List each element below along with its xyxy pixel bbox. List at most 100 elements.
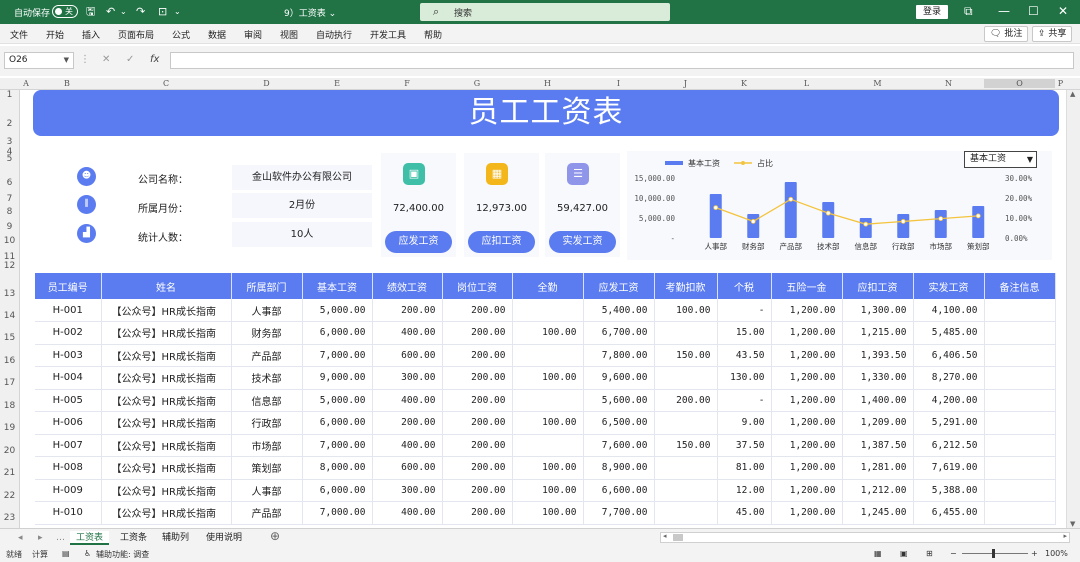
table-cell[interactable] — [512, 299, 584, 322]
table-cell[interactable]: 【公众号】HR成长指南 — [101, 434, 232, 457]
zoom-slider[interactable] — [962, 553, 1028, 554]
table-cell[interactable] — [984, 321, 1056, 345]
name-box[interactable]: O26 ▼ — [4, 52, 74, 69]
table-cell[interactable]: 5,400.00 — [583, 299, 655, 322]
table-cell[interactable]: 200.00 — [442, 344, 513, 367]
save-icon[interactable]: 🖫 — [86, 5, 95, 19]
add-sheet-icon[interactable]: ⊕ — [270, 529, 280, 543]
column-header-cell[interactable]: 实发工资 — [913, 273, 985, 299]
column-header[interactable]: I — [583, 79, 654, 88]
table-cell[interactable]: 400.00 — [372, 389, 443, 412]
table-cell[interactable]: 1,200.00 — [771, 434, 843, 457]
row-header[interactable]: 2 — [0, 119, 19, 129]
table-cell[interactable]: 37.50 — [717, 434, 772, 457]
table-cell[interactable]: H-001 — [35, 299, 102, 322]
table-cell[interactable]: 200.00 — [442, 434, 513, 457]
menu-developer[interactable]: 开发工具 — [370, 28, 406, 41]
company-value[interactable]: 金山软件办公有限公司 — [232, 165, 372, 190]
column-header[interactable]: M — [842, 79, 913, 88]
table-cell[interactable]: 1,200.00 — [771, 456, 843, 480]
table-cell[interactable]: 7,000.00 — [302, 501, 373, 525]
tab-payslip[interactable]: 工资条 — [120, 531, 147, 545]
column-header[interactable]: H — [512, 79, 583, 88]
menu-insert[interactable]: 插入 — [82, 28, 100, 41]
deduction-button[interactable]: 应扣工资 — [468, 231, 535, 253]
table-cell[interactable]: 7,000.00 — [302, 344, 373, 367]
table-cell[interactable]: 200.00 — [372, 411, 443, 435]
table-cell[interactable]: 【公众号】HR成长指南 — [101, 389, 232, 412]
table-cell[interactable]: 100.00 — [512, 321, 584, 345]
menu-data[interactable]: 数据 — [208, 28, 226, 41]
table-cell[interactable] — [654, 411, 718, 435]
table-cell[interactable]: 【公众号】HR成长指南 — [101, 479, 232, 502]
column-header[interactable]: K — [717, 79, 771, 88]
autosave-toggle[interactable]: 关 — [52, 5, 78, 18]
table-cell[interactable]: 200.00 — [442, 411, 513, 435]
column-header-cell[interactable]: 所属部门 — [231, 273, 303, 299]
column-header[interactable]: J — [654, 79, 717, 88]
table-cell[interactable]: 【公众号】HR成长指南 — [101, 299, 232, 322]
table-cell[interactable]: 7,000.00 — [302, 434, 373, 457]
table-cell[interactable]: 7,700.00 — [583, 501, 655, 525]
table-cell[interactable] — [984, 366, 1056, 390]
table-cell[interactable]: 400.00 — [372, 434, 443, 457]
close-icon[interactable]: ✕ — [1058, 3, 1068, 19]
table-cell[interactable]: 【公众号】HR成长指南 — [101, 321, 232, 345]
cancel-icon[interactable]: ✕ — [102, 54, 110, 65]
table-cell[interactable]: 6,455.00 — [913, 501, 985, 525]
table-cell[interactable]: 200.00 — [442, 299, 513, 322]
menu-automate[interactable]: 自动执行 — [316, 28, 352, 41]
scroll-right-icon[interactable]: ▸ — [1063, 532, 1067, 540]
table-cell[interactable]: - — [717, 299, 772, 322]
more-sheets-icon[interactable]: … — [56, 531, 65, 545]
column-header-cell[interactable]: 应发工资 — [583, 273, 655, 299]
table-cell[interactable]: 150.00 — [654, 434, 718, 457]
column-header[interactable]: G — [442, 79, 512, 88]
login-button[interactable]: 登录 — [916, 5, 948, 19]
menu-home[interactable]: 开始 — [46, 28, 64, 41]
table-cell[interactable]: 600.00 — [372, 456, 443, 480]
row-header[interactable]: 9 — [0, 222, 19, 232]
menu-review[interactable]: 审阅 — [244, 28, 262, 41]
table-cell[interactable]: 600.00 — [372, 344, 443, 367]
table-cell[interactable] — [984, 411, 1056, 435]
column-header[interactable]: C — [101, 79, 231, 88]
table-cell[interactable]: 200.00 — [442, 456, 513, 480]
scroll-left-icon[interactable]: ◂ — [663, 532, 667, 540]
table-cell[interactable] — [984, 344, 1056, 367]
status-calc[interactable]: 计算 — [32, 549, 48, 560]
column-header[interactable]: E — [302, 79, 372, 88]
menu-help[interactable]: 帮助 — [424, 28, 442, 41]
table-cell[interactable] — [654, 501, 718, 525]
table-cell[interactable]: 100.00 — [512, 366, 584, 390]
redo-icon[interactable]: ↷ — [136, 5, 145, 19]
table-cell[interactable]: H-008 — [35, 456, 102, 480]
column-header-cell[interactable]: 备注信息 — [984, 273, 1056, 299]
net-pay-button[interactable]: 实发工资 — [549, 231, 616, 253]
table-cell[interactable]: 【公众号】HR成长指南 — [101, 456, 232, 480]
tab-helper[interactable]: 辅助列 — [162, 531, 189, 545]
table-cell[interactable] — [654, 321, 718, 345]
table-cell[interactable] — [654, 456, 718, 480]
column-header[interactable]: F — [372, 79, 442, 88]
table-cell[interactable]: 1,200.00 — [771, 366, 843, 390]
search-box[interactable]: ⌕ 搜索 — [420, 3, 670, 21]
menu-formulas[interactable]: 公式 — [172, 28, 190, 41]
table-cell[interactable]: 1,200.00 — [771, 501, 843, 525]
row-header[interactable]: 15 — [0, 333, 19, 343]
menu-file[interactable]: 文件 — [10, 28, 28, 41]
prev-sheet-icon[interactable]: ◂ — [18, 531, 23, 545]
minimize-icon[interactable]: — — [998, 3, 1010, 19]
column-header-cell[interactable]: 姓名 — [101, 273, 232, 299]
tab-salary-sheet[interactable]: 工资表 — [70, 531, 110, 545]
month-value[interactable]: 2月份 — [232, 193, 372, 218]
table-cell[interactable]: 1,393.50 — [842, 344, 914, 367]
table-cell[interactable] — [512, 344, 584, 367]
table-cell[interactable]: 200.00 — [442, 501, 513, 525]
table-cell[interactable]: 200.00 — [654, 389, 718, 412]
tab-instructions[interactable]: 使用说明 — [206, 531, 242, 545]
row-header[interactable]: 23 — [0, 513, 19, 523]
table-cell[interactable] — [984, 299, 1056, 322]
table-cell[interactable] — [984, 389, 1056, 412]
table-cell[interactable]: 8,900.00 — [583, 456, 655, 480]
